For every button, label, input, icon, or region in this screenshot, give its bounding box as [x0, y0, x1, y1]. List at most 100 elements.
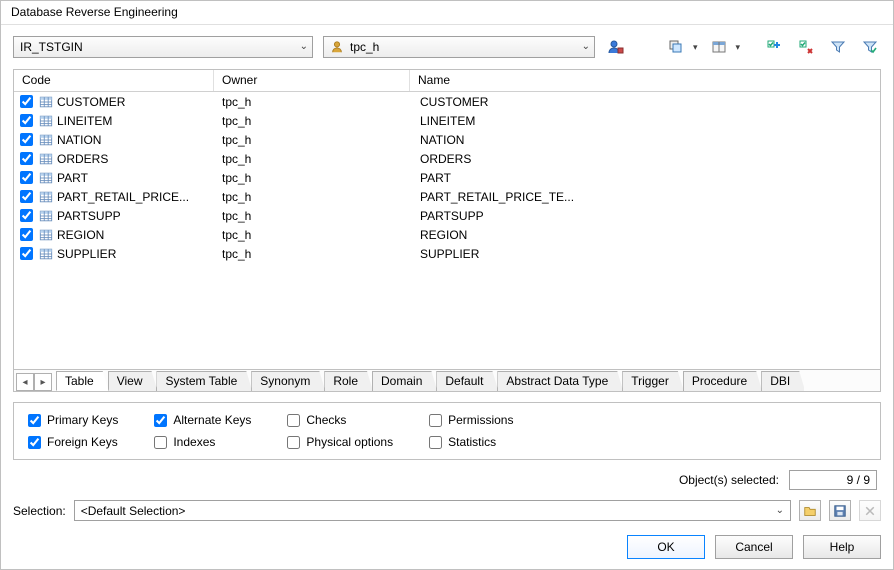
table-row[interactable]: NATIONtpc_hNATION — [14, 130, 880, 149]
opt-permissions[interactable]: Permissions — [429, 413, 513, 427]
opt-indexes[interactable]: Indexes — [154, 435, 251, 449]
layout-dropdown-button[interactable] — [708, 36, 730, 58]
col-code[interactable]: Code — [14, 70, 214, 91]
dialog-title: Database Reverse Engineering — [1, 1, 893, 25]
opt-checks-checkbox[interactable] — [287, 414, 300, 427]
ok-button[interactable]: OK — [627, 535, 705, 559]
owner-filter-button[interactable] — [605, 36, 627, 58]
table-row[interactable]: SUPPLIERtpc_hSUPPLIER — [14, 244, 880, 263]
opt-indexes-checkbox[interactable] — [154, 436, 167, 449]
selection-row: Selection: <Default Selection> ⌄ — [13, 500, 881, 521]
col-owner[interactable]: Owner — [214, 70, 410, 91]
row-code: ORDERS — [57, 152, 108, 166]
tab-domain[interactable]: Domain — [372, 371, 437, 391]
selection-open-button[interactable] — [799, 500, 821, 521]
schema-dropdown[interactable]: tpc_h ⌄ — [323, 36, 595, 58]
table-row[interactable]: PART_RETAIL_PRICE...tpc_hPART_RETAIL_PRI… — [14, 187, 880, 206]
object-type-tabs: ◂ ▸ TableViewSystem TableSynonymRoleDoma… — [14, 369, 880, 391]
deselect-all-button[interactable] — [795, 36, 817, 58]
cancel-button[interactable]: Cancel — [715, 535, 793, 559]
opt-permissions-checkbox[interactable] — [429, 414, 442, 427]
tab-synonym[interactable]: Synonym — [251, 371, 325, 391]
row-checkbox[interactable] — [20, 152, 33, 165]
opt-physical-options[interactable]: Physical options — [287, 435, 393, 449]
row-code: SUPPLIER — [57, 247, 116, 261]
chevron-down-icon[interactable]: ▾ — [736, 42, 741, 53]
selection-dropdown[interactable]: <Default Selection> ⌄ — [74, 500, 791, 521]
opt-checks[interactable]: Checks — [287, 413, 393, 427]
row-checkbox[interactable] — [20, 133, 33, 146]
table-icon — [39, 133, 53, 147]
tab-view[interactable]: View — [108, 371, 158, 391]
opt-alternate-keys-checkbox[interactable] — [154, 414, 167, 427]
objects-selected-value — [789, 470, 877, 490]
opt-primary-keys[interactable]: Primary Keys — [28, 413, 118, 427]
tab-scroll-nav: ◂ ▸ — [16, 373, 52, 391]
selection-delete-button — [859, 500, 881, 521]
help-button[interactable]: Help — [803, 535, 881, 559]
tab-table[interactable]: Table — [56, 371, 109, 391]
schema-value: tpc_h — [350, 40, 379, 54]
selection-save-button[interactable] — [829, 500, 851, 521]
row-owner: tpc_h — [214, 152, 410, 166]
table-icon — [39, 95, 53, 109]
objects-table: Code Owner Name CUSTOMERtpc_hCUSTOMERLIN… — [13, 69, 881, 392]
filter-button[interactable] — [827, 36, 849, 58]
tab-role[interactable]: Role — [324, 371, 373, 391]
tab-scroll-right[interactable]: ▸ — [34, 373, 52, 391]
row-name: LINEITEM — [410, 114, 874, 128]
row-name: REGION — [410, 228, 874, 242]
opt-primary-keys-checkbox[interactable] — [28, 414, 41, 427]
tab-system-table[interactable]: System Table — [156, 371, 252, 391]
table-icon — [39, 209, 53, 223]
table-row[interactable]: LINEITEMtpc_hLINEITEM — [14, 111, 880, 130]
tab-procedure[interactable]: Procedure — [683, 371, 762, 391]
selection-value: <Default Selection> — [81, 504, 186, 518]
opt-statistics-checkbox[interactable] — [429, 436, 442, 449]
filter-checked-button[interactable] — [859, 36, 881, 58]
row-name: NATION — [410, 133, 874, 147]
tab-dbi[interactable]: DBI — [761, 371, 804, 391]
opt-foreign-keys[interactable]: Foreign Keys — [28, 435, 118, 449]
tab-abstract-data-type[interactable]: Abstract Data Type — [497, 371, 623, 391]
connection-value: IR_TSTGIN — [20, 40, 83, 54]
row-owner: tpc_h — [214, 209, 410, 223]
row-code: LINEITEM — [57, 114, 112, 128]
row-owner: tpc_h — [214, 133, 410, 147]
row-checkbox[interactable] — [20, 247, 33, 260]
row-checkbox[interactable] — [20, 171, 33, 184]
tab-default[interactable]: Default — [436, 371, 498, 391]
col-name[interactable]: Name — [410, 70, 880, 91]
row-checkbox[interactable] — [20, 95, 33, 108]
row-checkbox[interactable] — [20, 190, 33, 203]
select-all-button[interactable] — [763, 36, 785, 58]
opt-statistics[interactable]: Statistics — [429, 435, 513, 449]
row-checkbox[interactable] — [20, 228, 33, 241]
table-icon — [39, 228, 53, 242]
table-row[interactable]: CUSTOMERtpc_hCUSTOMER — [14, 92, 880, 111]
table-row[interactable]: ORDERStpc_hORDERS — [14, 149, 880, 168]
user-icon — [330, 40, 344, 54]
row-checkbox[interactable] — [20, 114, 33, 127]
chevron-down-icon[interactable]: ▾ — [693, 42, 698, 53]
row-owner: tpc_h — [214, 190, 410, 204]
dialog-body: IR_TSTGIN ⌄ tpc_h ⌄ ▾ ▾ — [1, 25, 893, 529]
row-checkbox[interactable] — [20, 209, 33, 222]
table-row[interactable]: REGIONtpc_hREGION — [14, 225, 880, 244]
row-owner: tpc_h — [214, 95, 410, 109]
row-owner: tpc_h — [214, 247, 410, 261]
opt-foreign-keys-checkbox[interactable] — [28, 436, 41, 449]
connection-dropdown[interactable]: IR_TSTGIN ⌄ — [13, 36, 313, 58]
options-dropdown-button[interactable] — [665, 36, 687, 58]
table-row[interactable]: PARTSUPPtpc_hPARTSUPP — [14, 206, 880, 225]
opt-alternate-keys[interactable]: Alternate Keys — [154, 413, 251, 427]
tab-scroll-left[interactable]: ◂ — [16, 373, 34, 391]
row-name: CUSTOMER — [410, 95, 874, 109]
opt-physical-options-checkbox[interactable] — [287, 436, 300, 449]
objects-selected-row: Object(s) selected: — [13, 470, 881, 490]
top-toolbar: IR_TSTGIN ⌄ tpc_h ⌄ ▾ ▾ — [13, 35, 881, 59]
table-row[interactable]: PARTtpc_hPART — [14, 168, 880, 187]
row-code: REGION — [57, 228, 104, 242]
table-icon — [39, 152, 53, 166]
tab-trigger[interactable]: Trigger — [622, 371, 684, 391]
